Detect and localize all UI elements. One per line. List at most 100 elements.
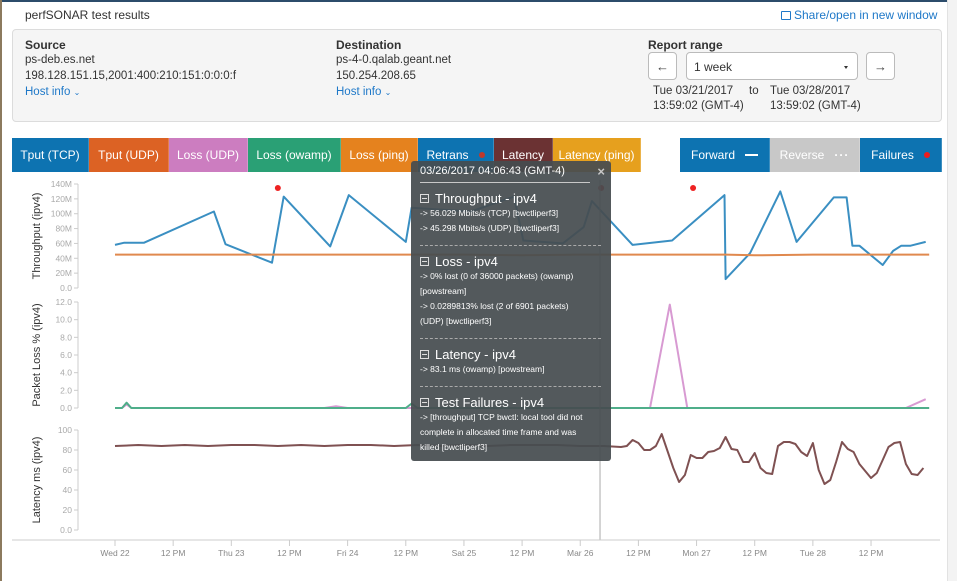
- y-tick-label: 6.0: [60, 350, 72, 360]
- x-tick-label: Wed 22: [100, 548, 129, 558]
- tab-label: Latency (ping): [558, 148, 635, 162]
- tooltip-timestamp: 03/26/2017 04:06:43 (GMT-4): [420, 165, 590, 183]
- tooltip-section-title: Test Failures - ipv4: [435, 395, 545, 410]
- share-icon: [781, 11, 791, 20]
- destination-addresses: 150.254.208.65: [336, 70, 416, 82]
- y-tick-label: 100: [58, 425, 72, 435]
- direction-tabs: Forward Reverse ··· Failures: [680, 138, 942, 172]
- range-select[interactable]: 1 week: [686, 52, 858, 80]
- tab-reverse[interactable]: Reverse ···: [770, 138, 860, 172]
- tab-loss-owamp[interactable]: Loss (owamp): [248, 138, 341, 172]
- collapse-icon[interactable]: [420, 257, 429, 266]
- y-tick-label: 12.0: [55, 297, 72, 307]
- tab-label: Forward: [690, 148, 735, 162]
- y-tick-label: 20: [63, 505, 73, 515]
- x-tick-label: Fri 24: [337, 548, 359, 558]
- range-end-time: 13:59:02 (GMT-4): [770, 100, 861, 112]
- chevron-down-icon: ⌄: [384, 88, 392, 97]
- chevron-down-icon: ⌄: [73, 88, 81, 97]
- y-tick-label: 4.0: [60, 368, 72, 378]
- y-axis-label: Throughput (ipv4): [31, 193, 43, 280]
- tooltip-section-loss: Loss - ipv4: [420, 254, 601, 269]
- destination-host: ps-4-0.qalab.geant.net: [336, 54, 452, 66]
- data-tooltip: 03/26/2017 04:06:43 (GMT-4) × Throughput…: [411, 161, 611, 461]
- source-addresses: 198.128.151.15,2001:400:210:151:0:0:0:f: [25, 70, 237, 82]
- y-tick-label: 60: [63, 465, 73, 475]
- failure-marker: [690, 185, 697, 191]
- destination-label: Destination: [336, 38, 402, 52]
- dotted-line-icon: ···: [834, 148, 850, 162]
- tooltip-section-title: Latency - ipv4: [435, 347, 516, 362]
- collapse-icon[interactable]: [420, 398, 429, 407]
- source-host-info-link[interactable]: Host info ⌄: [25, 86, 80, 98]
- x-tick-label: 12 PM: [510, 548, 535, 558]
- tab-label: Loss (ping): [349, 148, 409, 162]
- tab-label: Tput (UDP): [98, 148, 159, 162]
- x-tick-label: 12 PM: [859, 548, 884, 558]
- tooltip-section-title: Loss - ipv4: [435, 254, 498, 269]
- tooltip-separator: [420, 245, 601, 246]
- previous-range-button[interactable]: ←: [648, 52, 677, 80]
- source-host: ps-deb.es.net: [25, 54, 95, 66]
- range-start-date: Tue 03/21/2017: [653, 85, 734, 97]
- x-tick-label: Tue 28: [800, 548, 826, 558]
- tab-failures[interactable]: Failures: [860, 138, 942, 172]
- next-range-button[interactable]: →: [866, 52, 895, 80]
- x-tick-label: Mar 26: [567, 548, 594, 558]
- window-left-border: [0, 0, 2, 581]
- tooltip-separator: [420, 338, 601, 339]
- range-to-label: to: [749, 85, 759, 97]
- solid-line-icon: [745, 154, 758, 156]
- tooltip-section-latency: Latency - ipv4: [420, 347, 601, 362]
- source-host-info-label: Host info: [25, 86, 71, 98]
- x-tick-label: 12 PM: [393, 548, 418, 558]
- tab-label: Loss (UDP): [176, 148, 239, 162]
- x-tick-label: 12 PM: [277, 548, 302, 558]
- report-range-label: Report range: [648, 38, 723, 52]
- range-end-date: Tue 03/28/2017: [770, 85, 851, 97]
- tab-label: Retrans: [426, 148, 469, 162]
- y-tick-label: 0.0: [60, 525, 72, 535]
- tab-tput-tcp[interactable]: Tput (TCP): [12, 138, 89, 172]
- tab-label: Failures: [871, 148, 914, 162]
- caret-down-icon: [844, 66, 848, 69]
- x-tick-label: Mon 27: [682, 548, 711, 558]
- tooltip-line: complete in allocated time frame and was: [420, 427, 577, 437]
- y-tick-label: 0.0: [60, 283, 72, 293]
- x-tick-label: 12 PM: [626, 548, 651, 558]
- tab-loss-ping[interactable]: Loss (ping): [341, 138, 418, 172]
- tooltip-close-icon[interactable]: ×: [597, 164, 605, 179]
- collapse-icon[interactable]: [420, 350, 429, 359]
- x-tick-label: 12 PM: [161, 548, 186, 558]
- failure-marker: [274, 185, 281, 191]
- tab-label: Tput (TCP): [20, 148, 80, 162]
- collapse-icon[interactable]: [420, 194, 429, 203]
- y-tick-label: 10.0: [55, 315, 72, 325]
- destination-host-info-link[interactable]: Host info ⌄: [336, 86, 391, 98]
- tooltip-line: (UDP) [bwctliperf3]: [420, 316, 492, 326]
- tab-forward[interactable]: Forward: [680, 138, 770, 172]
- x-tick-label: Sat 25: [452, 548, 477, 558]
- y-tick-label: 0.0: [60, 403, 72, 413]
- arrow-right-icon: →: [874, 58, 887, 74]
- tab-loss-udp[interactable]: Loss (UDP): [169, 138, 248, 172]
- y-tick-label: 60M: [55, 238, 72, 248]
- tooltip-section-failures: Test Failures - ipv4: [420, 395, 601, 410]
- tab-tput-udp[interactable]: Tput (UDP): [89, 138, 169, 172]
- y-axis-label: Latency ms (ipv4): [31, 437, 43, 524]
- range-start-time: 13:59:02 (GMT-4): [653, 100, 744, 112]
- y-tick-label: 40: [63, 485, 73, 495]
- x-tick-label: Thu 23: [218, 548, 245, 558]
- y-tick-label: 120M: [51, 194, 72, 204]
- y-tick-label: 80M: [55, 224, 72, 234]
- tooltip-line: -> 83.1 ms (owamp) [powstream]: [420, 364, 545, 374]
- y-axis-label: Packet Loss % (ipv4): [31, 303, 43, 406]
- scrollbar[interactable]: [947, 0, 957, 581]
- tooltip-section-title: Throughput - ipv4: [435, 191, 537, 206]
- share-link[interactable]: Share/open in new window: [781, 8, 937, 22]
- tooltip-line: killed [bwctliperf3]: [420, 442, 488, 452]
- y-tick-label: 80: [63, 445, 73, 455]
- tab-label: Loss (owamp): [256, 148, 332, 162]
- y-tick-label: 40M: [55, 253, 72, 263]
- tooltip-line: -> 45.298 Mbits/s (UDP) [bwctliperf3]: [420, 223, 560, 233]
